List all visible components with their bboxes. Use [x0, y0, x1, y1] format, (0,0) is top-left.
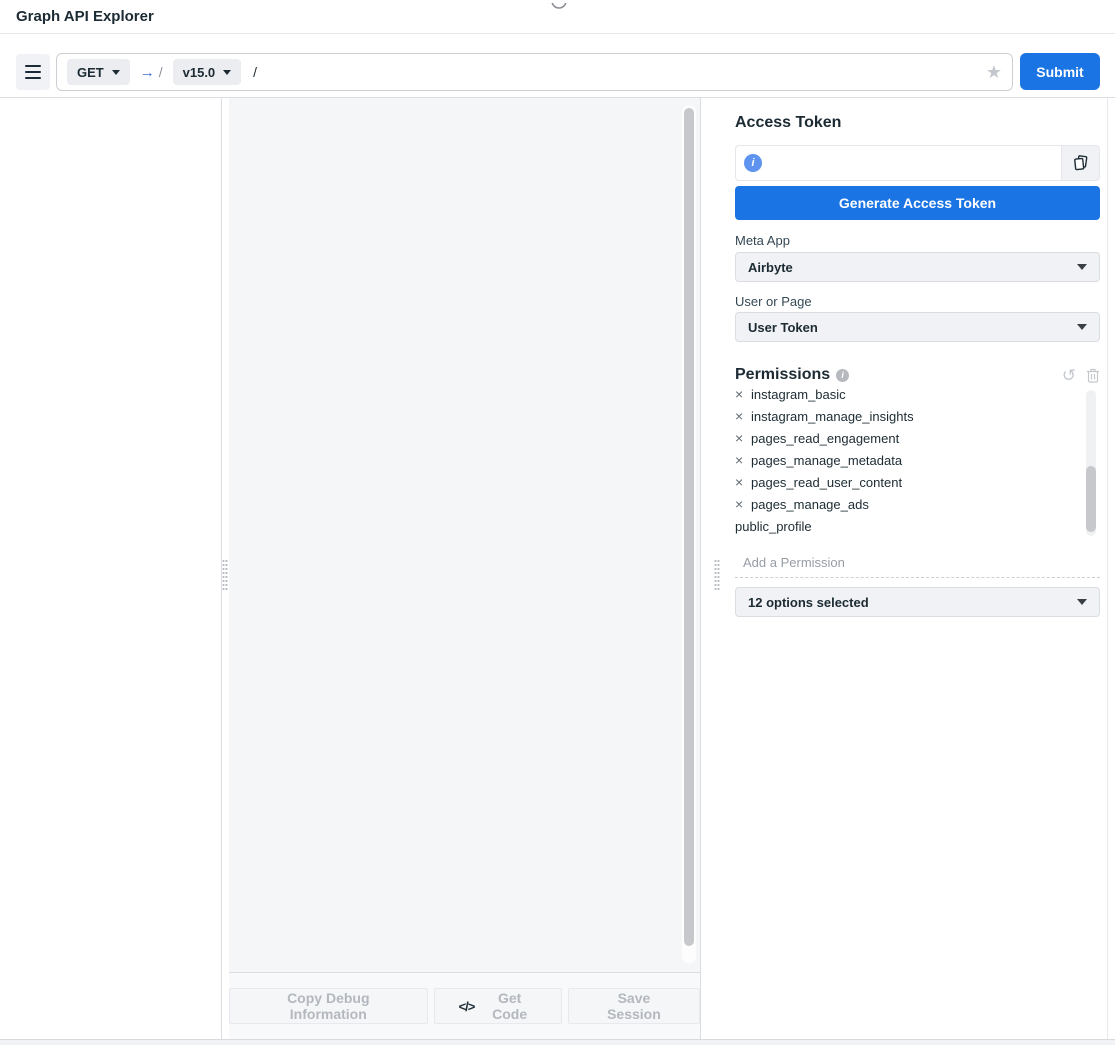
remove-permission-icon[interactable]: × [735, 388, 751, 402]
info-icon[interactable]: i [744, 154, 762, 172]
version-dropdown[interactable]: v15.0 [173, 59, 242, 85]
left-sidebar-pane [0, 98, 222, 1039]
get-code-label: Get Code [482, 990, 536, 1022]
chevron-down-icon [112, 70, 120, 75]
method-label: GET [77, 65, 104, 80]
chevron-down-icon [1077, 599, 1087, 605]
arrow-icon: → [140, 64, 155, 81]
permissions-title: Permissions [735, 366, 830, 384]
access-token-input[interactable] [768, 146, 1053, 180]
chevron-down-icon [1077, 324, 1087, 330]
response-pane: Copy Debug Information </> Get Code Save… [229, 98, 701, 1039]
remove-permission-icon[interactable]: × [735, 408, 751, 424]
meta-app-dropdown[interactable]: Airbyte [735, 252, 1100, 282]
scrollbar-thumb[interactable] [1086, 466, 1096, 532]
submit-button[interactable]: Submit [1020, 53, 1100, 90]
permission-item: × instagram_manage_insights [735, 405, 1081, 427]
version-label: v15.0 [183, 65, 216, 80]
graph-api-explorer-page: Graph API Explorer GET → / v15.0 / ★ Sub [0, 0, 1115, 1045]
permission-item: × pages_read_engagement [735, 427, 1081, 449]
get-code-button[interactable]: </> Get Code [434, 988, 562, 1024]
pane-resize-handle[interactable] [222, 559, 228, 591]
path-root-slash: / [159, 64, 163, 80]
remove-permission-icon[interactable]: × [735, 452, 751, 468]
favorite-star-icon[interactable]: ★ [986, 63, 1002, 81]
method-dropdown[interactable]: GET [67, 59, 130, 85]
chevron-down-icon [223, 70, 231, 75]
copy-debug-label: Copy Debug Information [254, 990, 403, 1022]
permission-label: pages_read_user_content [751, 475, 902, 490]
meta-app-selected: Airbyte [748, 260, 793, 275]
bottom-strip [0, 1039, 1115, 1045]
remove-permission-icon[interactable]: × [735, 496, 751, 512]
info-icon[interactable]: i [836, 369, 849, 382]
menu-button[interactable] [16, 54, 50, 90]
permission-label: public_profile [735, 519, 812, 534]
request-url-bar[interactable]: GET → / v15.0 / ★ [56, 53, 1013, 91]
permission-label: instagram_manage_insights [751, 409, 914, 424]
code-icon: </> [459, 999, 475, 1014]
copy-icon [1072, 154, 1089, 172]
meta-app-label: Meta App [735, 233, 790, 248]
permission-label: instagram_basic [751, 388, 846, 402]
copy-debug-button[interactable]: Copy Debug Information [229, 988, 428, 1024]
chevron-down-icon [1077, 264, 1087, 270]
response-scrollbar[interactable] [682, 105, 696, 963]
add-permission-input[interactable] [735, 548, 1100, 578]
permissions-options-dropdown[interactable]: 12 options selected [735, 587, 1100, 617]
permission-item: × pages_read_user_content [735, 471, 1081, 493]
user-or-page-selected: User Token [748, 320, 818, 335]
access-token-title: Access Token [735, 114, 841, 132]
undo-icon[interactable]: ↺ [1062, 367, 1076, 384]
generate-access-token-button[interactable]: Generate Access Token [735, 186, 1100, 220]
save-session-label: Save Session [593, 990, 675, 1022]
right-pane-divider [1107, 98, 1108, 1039]
permission-item: × pages_manage_ads [735, 493, 1081, 515]
search-icon[interactable] [548, 0, 570, 10]
scrollbar-thumb[interactable] [684, 108, 694, 946]
user-or-page-dropdown[interactable]: User Token [735, 312, 1100, 342]
permission-label: pages_read_engagement [751, 431, 899, 446]
user-or-page-label: User or Page [735, 294, 812, 309]
page-title: Graph API Explorer [16, 8, 154, 25]
permissions-header: Permissions i ↺ [735, 366, 1100, 384]
permission-item: × pages_manage_metadata [735, 449, 1081, 471]
access-token-field-group: i [735, 145, 1100, 181]
save-session-button[interactable]: Save Session [568, 988, 700, 1024]
pane-resize-handle[interactable] [714, 559, 720, 591]
options-selected-label: 12 options selected [748, 595, 869, 610]
request-toolbar: GET → / v15.0 / ★ Submit [0, 35, 1115, 98]
permission-item: × instagram_basic [735, 388, 1081, 405]
copy-token-button[interactable] [1061, 145, 1100, 181]
permission-item: public_profile [735, 515, 1081, 536]
access-token-field[interactable]: i [735, 145, 1061, 181]
permission-label: pages_manage_ads [751, 497, 869, 512]
header-bar: Graph API Explorer [0, 0, 1115, 34]
permissions-scrollbar[interactable] [1086, 390, 1096, 536]
remove-permission-icon[interactable]: × [735, 430, 751, 446]
permission-label: pages_manage_metadata [751, 453, 902, 468]
endpoint-path-input[interactable]: / [253, 64, 257, 80]
access-token-pane: Access Token i Generate Access Token Met… [735, 98, 1100, 1039]
hamburger-icon [25, 65, 41, 67]
remove-permission-icon[interactable]: × [735, 474, 751, 490]
response-footer-bar: Copy Debug Information </> Get Code Save… [229, 972, 700, 1039]
selected-permissions-list: × instagram_basic × instagram_manage_ins… [735, 388, 1081, 536]
trash-icon[interactable] [1086, 367, 1100, 383]
